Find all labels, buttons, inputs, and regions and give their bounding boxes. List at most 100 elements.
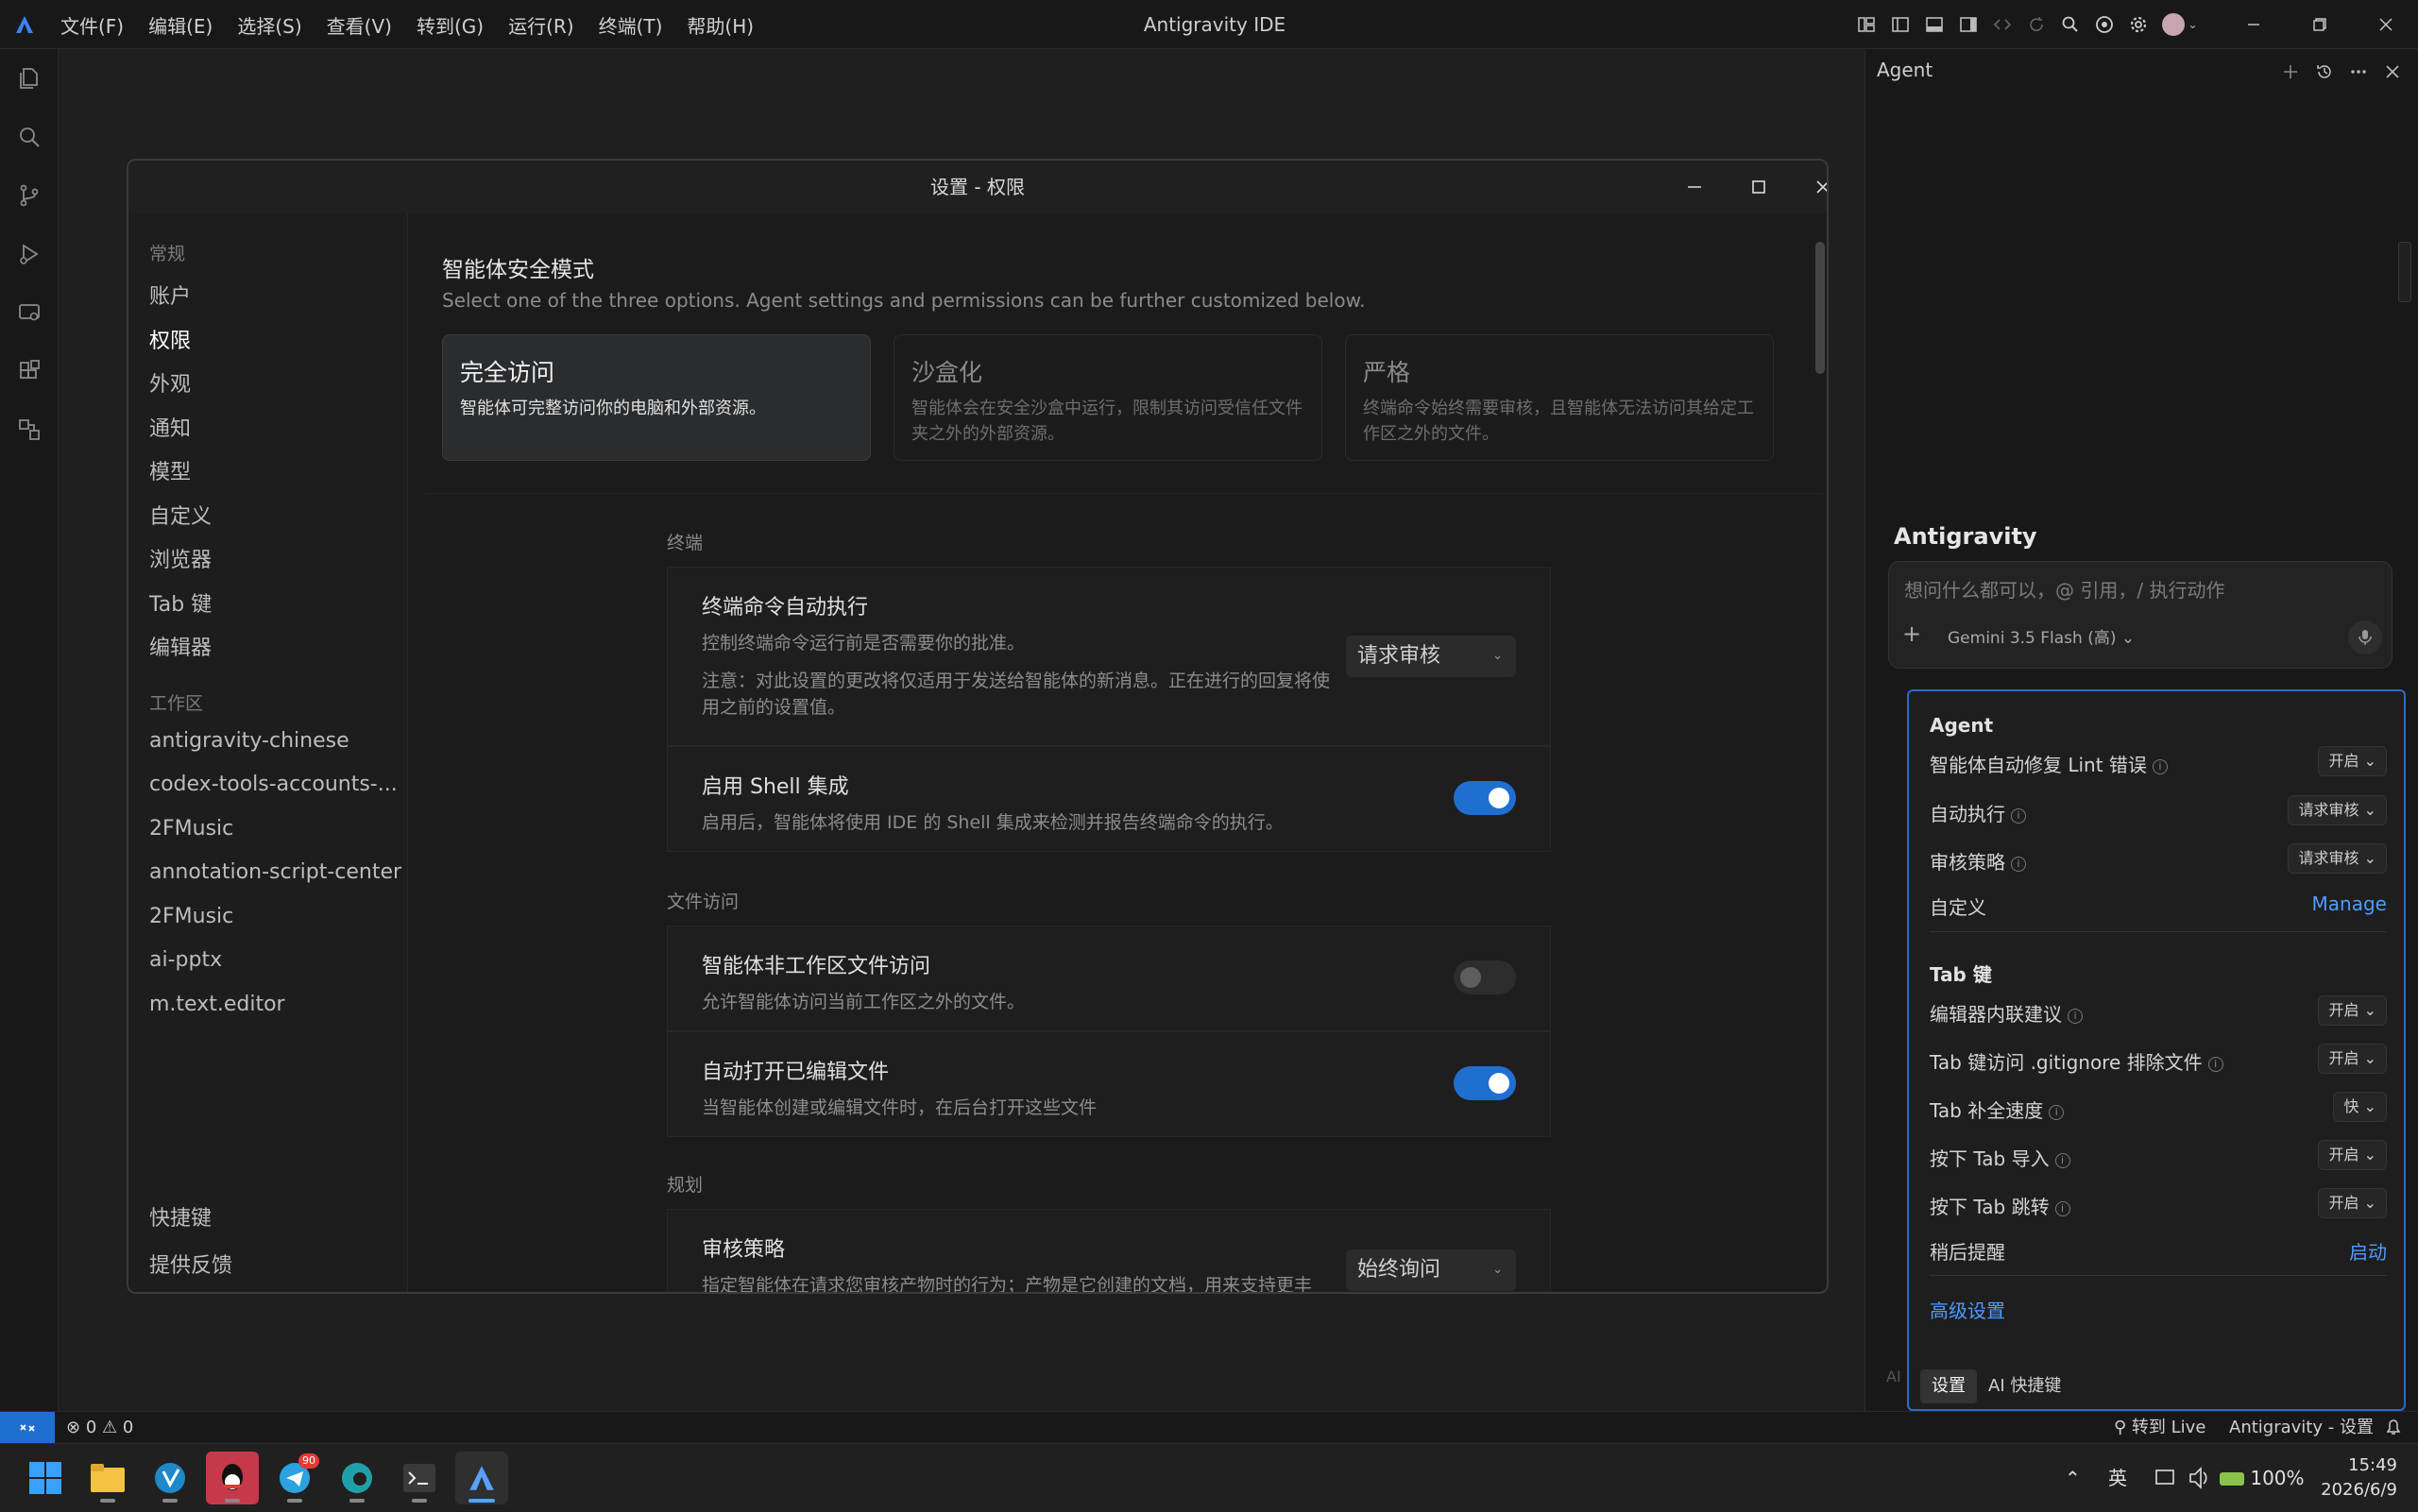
- agent-chat-input[interactable]: 想问什么都可以，@ 引用，/ 执行动作 + Gemini 3.5 Flash (…: [1888, 561, 2392, 669]
- problems-indicator[interactable]: ⊗ 0 ⚠ 0: [66, 1412, 133, 1444]
- menu-edit[interactable]: 编辑(E): [148, 11, 213, 39]
- system-clock[interactable]: 15:49 2026/6/9: [2321, 1453, 2397, 1503]
- auto-open-edited-toggle[interactable]: [1454, 1066, 1516, 1100]
- tab-ai-shortcuts[interactable]: AI 快捷键: [1977, 1369, 2072, 1403]
- extensions-icon[interactable]: [0, 342, 59, 400]
- nav-item-models[interactable]: 模型: [149, 455, 191, 485]
- workspace-item[interactable]: m.text.editor: [149, 993, 285, 1016]
- account-avatar[interactable]: ⌄: [2159, 11, 2201, 38]
- toggle-secondary-sidebar-icon[interactable]: [1955, 11, 1982, 38]
- terminal-app-icon[interactable]: [393, 1452, 446, 1504]
- menu-run[interactable]: 运行(R): [508, 11, 574, 39]
- review-policy-dropdown[interactable]: 请求审核 ⌄: [2288, 843, 2387, 874]
- context-indicator[interactable]: Antigravity - 设置: [2229, 1412, 2374, 1444]
- workspace-item[interactable]: annotation-script-center: [149, 860, 401, 884]
- run-debug-icon[interactable]: [0, 225, 59, 283]
- layout-custom-icon[interactable]: [1853, 11, 1880, 38]
- review-policy-select[interactable]: 始终询问 ⌄: [1346, 1249, 1516, 1291]
- toggle-panel-icon[interactable]: [1921, 11, 1948, 38]
- gitignore-access-dropdown[interactable]: 开启 ⌄: [2318, 1044, 2387, 1074]
- info-icon[interactable]: i: [2207, 1057, 2223, 1072]
- auto-exec-dropdown[interactable]: 请求审核 ⌄: [2288, 795, 2387, 825]
- tab-import-dropdown[interactable]: 开启 ⌄: [2318, 1140, 2387, 1170]
- remote-indicator[interactable]: [0, 1412, 55, 1444]
- antigravity-app-icon[interactable]: [455, 1452, 508, 1504]
- info-icon[interactable]: i: [2049, 1105, 2065, 1120]
- workspace-item[interactable]: antigravity-chinese: [149, 729, 349, 753]
- vscode-app-icon[interactable]: [144, 1452, 196, 1504]
- remote-explorer-icon[interactable]: [0, 283, 59, 342]
- nav-item-feedback[interactable]: 提供反馈: [149, 1249, 232, 1279]
- telegram-app-icon[interactable]: 90: [268, 1452, 321, 1504]
- nav-item-browser[interactable]: 浏览器: [149, 543, 212, 573]
- lint-fix-dropdown[interactable]: 开启 ⌄: [2318, 746, 2387, 776]
- nav-item-account[interactable]: 账户: [149, 280, 191, 310]
- enable-link[interactable]: 启动: [2349, 1237, 2387, 1265]
- nav-item-notifications[interactable]: 通知: [149, 412, 191, 442]
- advanced-settings-link[interactable]: 高级设置: [1930, 1296, 2005, 1323]
- battery-indicator[interactable]: 100%: [2220, 1444, 2305, 1512]
- tab-jump-dropdown[interactable]: 开启 ⌄: [2318, 1188, 2387, 1218]
- toggle-sidebar-icon[interactable]: [1887, 11, 1914, 38]
- workspace-item[interactable]: 2FMusic: [149, 817, 233, 841]
- more-options-icon[interactable]: [2345, 59, 2372, 85]
- non-workspace-access-toggle[interactable]: [1454, 960, 1516, 994]
- edge-browser-icon[interactable]: [331, 1452, 383, 1504]
- search-icon[interactable]: [2057, 11, 2084, 38]
- nav-item-customize[interactable]: 自定义: [149, 500, 212, 530]
- shell-integration-toggle[interactable]: [1454, 781, 1516, 815]
- windows-start-icon[interactable]: [19, 1452, 72, 1504]
- network-icon[interactable]: [2154, 1444, 2176, 1512]
- panel-resize-handle[interactable]: [2398, 242, 2411, 302]
- info-icon[interactable]: i: [2054, 1153, 2070, 1168]
- tray-overflow-icon[interactable]: ⌃: [2065, 1444, 2081, 1512]
- menu-view[interactable]: 查看(V): [327, 11, 392, 39]
- dialog-minimize-button[interactable]: [1666, 161, 1723, 213]
- ime-indicator[interactable]: 英: [2108, 1444, 2127, 1512]
- minimize-button[interactable]: [2225, 0, 2282, 49]
- workspace-item[interactable]: codex-tools-accounts-...: [149, 773, 398, 796]
- chrome-icon[interactable]: [2091, 11, 2118, 38]
- agent-manager-icon[interactable]: [0, 400, 59, 459]
- go-live-button[interactable]: ⚲ 转到 Live: [2114, 1412, 2205, 1444]
- nav-item-permissions[interactable]: 权限: [149, 324, 191, 354]
- settings-gear-icon[interactable]: [2125, 11, 2152, 38]
- volume-icon[interactable]: [2188, 1444, 2210, 1512]
- info-icon[interactable]: i: [2152, 759, 2168, 774]
- menu-go[interactable]: 转到(G): [417, 11, 484, 39]
- close-panel-icon[interactable]: [2379, 59, 2406, 85]
- menu-file[interactable]: 文件(F): [60, 11, 124, 39]
- search-view-icon[interactable]: [0, 108, 59, 166]
- menu-terminal[interactable]: 终端(T): [599, 11, 663, 39]
- nav-item-editor[interactable]: 编辑器: [149, 631, 212, 661]
- menu-selection[interactable]: 选择(S): [237, 11, 301, 39]
- completion-speed-dropdown[interactable]: 快 ⌄: [2333, 1092, 2387, 1122]
- manage-link[interactable]: Manage: [2312, 892, 2387, 915]
- info-icon[interactable]: i: [2068, 1009, 2083, 1024]
- mode-card-sandbox[interactable]: 沙盒化 智能体会在安全沙盒中运行，限制其访问受信任文件夹之外的外部资源。: [894, 334, 1322, 461]
- mode-card-strict[interactable]: 严格 终端命令始终需要审核，且智能体无法访问其给定工作区之外的文件。: [1345, 334, 1774, 461]
- qq-app-icon[interactable]: [206, 1452, 259, 1504]
- info-icon[interactable]: i: [2011, 857, 2026, 872]
- model-selector[interactable]: Gemini 3.5 Flash (高) ⌄: [1948, 624, 2135, 648]
- refresh-icon[interactable]: [2023, 11, 2050, 38]
- code-icon[interactable]: [1989, 11, 2016, 38]
- auto-exec-select[interactable]: 请求审核 ⌄: [1346, 636, 1516, 677]
- microphone-icon[interactable]: [2348, 620, 2382, 654]
- dialog-maximize-button[interactable]: [1730, 161, 1787, 213]
- explorer-icon[interactable]: [0, 49, 59, 108]
- menu-help[interactable]: 帮助(H): [687, 11, 754, 39]
- mode-card-full-access[interactable]: 完全访问 智能体可完整访问你的电脑和外部资源。: [442, 334, 871, 461]
- scrollbar-thumb[interactable]: [1815, 242, 1825, 374]
- nav-item-tab[interactable]: Tab 键: [149, 587, 212, 618]
- inline-suggestions-dropdown[interactable]: 开启 ⌄: [2318, 995, 2387, 1026]
- new-chat-icon[interactable]: [2277, 59, 2304, 85]
- workspace-item[interactable]: ai-pptx: [149, 948, 222, 972]
- bell-icon[interactable]: [2384, 1412, 2403, 1444]
- info-icon[interactable]: i: [2011, 808, 2026, 824]
- history-icon[interactable]: [2311, 59, 2338, 85]
- dialog-close-button[interactable]: [1795, 161, 1827, 213]
- info-icon[interactable]: i: [2054, 1201, 2070, 1216]
- file-explorer-icon[interactable]: [81, 1452, 134, 1504]
- nav-item-shortcuts[interactable]: 快捷键: [149, 1201, 212, 1232]
